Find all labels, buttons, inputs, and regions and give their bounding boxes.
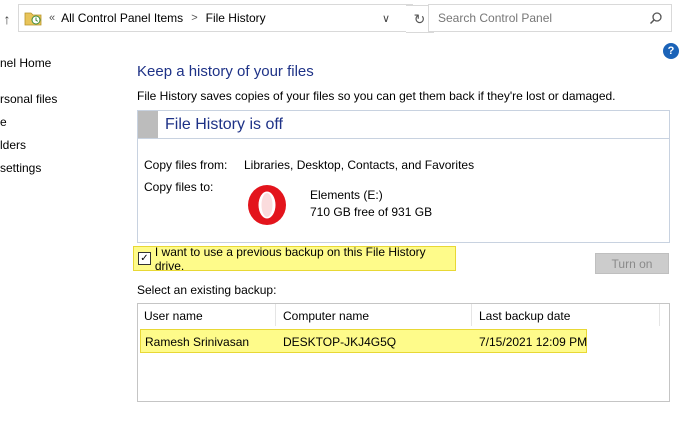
opera-icon xyxy=(248,185,286,225)
chevron-down-icon[interactable]: ∨ xyxy=(376,5,396,31)
copy-from-label: Copy files from: xyxy=(144,158,228,172)
column-header-computer-name[interactable]: Computer name xyxy=(283,309,369,323)
status-panel: File History is off Copy files from: Lib… xyxy=(137,110,670,243)
help-icon[interactable]: ? xyxy=(663,43,679,59)
select-backup-label: Select an existing backup: xyxy=(137,283,277,297)
column-divider[interactable] xyxy=(275,304,276,326)
turn-on-button[interactable]: Turn on xyxy=(595,253,669,274)
overflow-chevron-icon[interactable]: « xyxy=(49,12,55,24)
copy-from-value: Libraries, Desktop, Contacts, and Favori… xyxy=(244,158,475,172)
sidebar-item-select-drive[interactable]: e xyxy=(0,115,7,129)
search-icon[interactable] xyxy=(649,11,663,25)
cell-computer-name: DESKTOP-JKJ4G5Q xyxy=(283,335,397,349)
search-input[interactable]: Search Control Panel xyxy=(428,4,672,32)
column-divider[interactable] xyxy=(659,304,660,326)
cell-user-name: Ramesh Srinivasan xyxy=(145,335,250,349)
page-title: Keep a history of your files xyxy=(137,63,314,80)
copy-to-label: Copy files to: xyxy=(144,180,214,194)
address-bar[interactable]: « All Control Panel Items > File History… xyxy=(18,4,434,33)
column-divider[interactable] xyxy=(471,304,472,326)
drive-name: Elements (E:) xyxy=(310,188,383,202)
sidebar-item-advanced-settings[interactable]: settings xyxy=(0,161,41,175)
status-panel-header: File History is off xyxy=(138,111,669,139)
sidebar-item-restore-personal-files[interactable]: rsonal files xyxy=(0,92,57,106)
backup-list-header: User name Computer name Last backup date xyxy=(138,304,669,327)
breadcrumb-separator-icon[interactable]: > xyxy=(191,12,197,24)
navigation-bar: ↑ « All Control Panel Items > File Histo… xyxy=(0,0,681,40)
use-previous-backup-checkbox[interactable]: ✓ I want to use a previous backup on thi… xyxy=(133,245,456,273)
column-header-last-backup-date[interactable]: Last backup date xyxy=(479,309,570,323)
backup-list[interactable]: User name Computer name Last backup date… xyxy=(137,303,670,402)
breadcrumb-file-history[interactable]: File History xyxy=(206,11,266,25)
status-heading: File History is off xyxy=(165,116,283,133)
drive-space: 710 GB free of 931 GB xyxy=(310,205,433,219)
sidebar-item-control-panel-home[interactable]: nel Home xyxy=(0,56,51,70)
page-description: File History saves copies of your files … xyxy=(137,89,616,103)
checkbox-checked-icon[interactable]: ✓ xyxy=(138,252,151,265)
control-panel-folder-icon xyxy=(21,5,45,31)
search-placeholder: Search Control Panel xyxy=(438,11,553,25)
table-row[interactable]: Ramesh Srinivasan DESKTOP-JKJ4G5Q 7/15/2… xyxy=(140,329,587,353)
status-indicator-bar xyxy=(138,111,158,138)
use-previous-backup-label[interactable]: I want to use a previous backup on this … xyxy=(155,245,455,273)
breadcrumb-all-control-panel-items[interactable]: All Control Panel Items xyxy=(61,11,183,25)
cell-last-backup-date: 7/15/2021 12:09 PM xyxy=(479,335,588,349)
sidebar-item-exclude-folders[interactable]: lders xyxy=(0,138,26,152)
up-arrow-icon[interactable]: ↑ xyxy=(0,8,14,30)
column-header-user-name[interactable]: User name xyxy=(144,309,203,323)
